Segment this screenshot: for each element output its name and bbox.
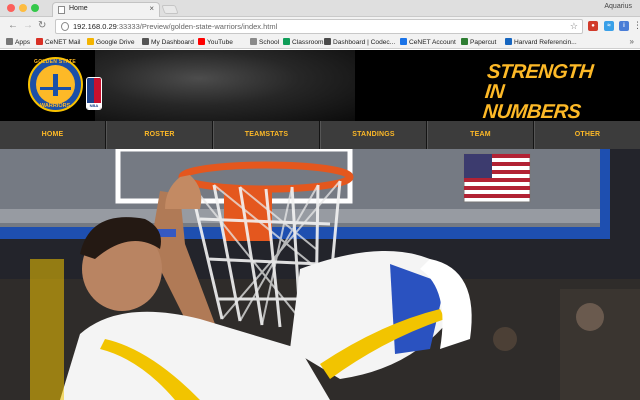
flag-stripe [464, 194, 530, 198]
hero-illustration [0, 149, 640, 400]
bookmark-favicon-icon [324, 38, 331, 45]
forward-arrow-icon[interactable]: → [23, 20, 33, 32]
new-tab-button[interactable] [161, 5, 179, 14]
bookmark-favicon-icon [6, 38, 13, 45]
flag-stripe [464, 186, 530, 190]
bridge-deck [40, 87, 71, 90]
bookmark-label: My Dashboard [151, 39, 194, 46]
spectator-head [493, 327, 517, 351]
bookmark-favicon-icon [36, 38, 43, 45]
extension-shield-icon[interactable]: ● [588, 21, 598, 31]
hero-image [0, 149, 640, 400]
bookmark-label: Papercut [470, 39, 497, 46]
bookmark-label: Classroom [292, 39, 324, 46]
bookmark-star-icon[interactable]: ☆ [570, 21, 578, 32]
bookmark-favicon-icon [87, 38, 94, 45]
nba-logo: NBA [86, 77, 102, 110]
bookmark-favicon-icon [142, 38, 149, 45]
browser-toolbar: ← → ↻ 192.168.0.29:33333/Preview/golden-… [0, 17, 640, 36]
bookmark-favicon-icon [505, 38, 512, 45]
warriors-logo[interactable]: GOLDEN STATE WARRIORS [28, 57, 83, 112]
bookmark-item[interactable]: Dashboard | Codec... [324, 38, 395, 47]
backboard-blue-side [600, 149, 610, 239]
bookmark-label: YouTube [207, 39, 233, 46]
nav-roster[interactable]: ROSTER [106, 121, 213, 149]
site-header: GOLDEN STATE WARRIORS NBA STRENGTH IN NU… [0, 50, 640, 121]
flag-stripe [464, 178, 530, 182]
browser-titlebar: Home × Aquarius [0, 0, 640, 17]
bookmark-label: CeNET Mail [45, 39, 81, 46]
spectator-head [576, 303, 604, 331]
bookmark-label: School [259, 39, 280, 46]
bookmark-favicon-icon [198, 38, 205, 45]
bookmark-item[interactable]: Google Drive [87, 38, 134, 47]
bookmark-item[interactable]: YouTube [198, 38, 233, 47]
minimize-window-button[interactable] [19, 4, 27, 12]
site-nav: HOME ROSTER TEAMSTATS STANDINGS TEAM OTH… [0, 121, 640, 149]
header-texture [95, 50, 355, 121]
url-text: 192.168.0.29:33333/Preview/golden-state-… [73, 22, 277, 31]
extension-iq-icon[interactable]: i [619, 21, 629, 31]
slogan: STRENGTH IN NUMBERS [481, 61, 608, 121]
bookmark-item[interactable]: Classroom [283, 38, 324, 47]
logo-text-bottom: WARRIORS [40, 103, 71, 109]
crowd-right [560, 289, 640, 400]
address-bar[interactable]: 192.168.0.29:33333/Preview/golden-state-… [55, 19, 583, 34]
bookmark-label: Dashboard | Codec... [333, 39, 396, 46]
yellow-banner [30, 259, 64, 400]
bookmark-item[interactable]: My Dashboard [142, 38, 194, 47]
tab-title: Home [69, 5, 88, 12]
bookmark-favicon-icon [461, 38, 468, 45]
extension-cloud-icon[interactable]: ≈ [604, 21, 614, 31]
bridge-tower [53, 74, 58, 96]
bookmark-item[interactable]: Apps [6, 38, 30, 47]
bookmark-label: Harvard Referencin... [514, 39, 577, 46]
slogan-line-1: STRENGTH [485, 61, 595, 83]
browser-tab[interactable]: Home × [52, 2, 160, 17]
nba-logo-text: NBA [87, 103, 101, 109]
bookmark-favicon-icon [283, 38, 290, 45]
bookmark-item[interactable]: CeNET Mail [36, 38, 80, 47]
profile-name[interactable]: Aquarius [604, 3, 632, 10]
more-bookmarks-button[interactable]: » [630, 37, 634, 46]
bookmark-label: Google Drive [96, 39, 135, 46]
back-arrow-icon[interactable]: ← [8, 20, 18, 32]
reload-icon[interactable]: ↻ [38, 20, 46, 32]
bookmark-label: Apps [15, 39, 31, 46]
bookmark-item[interactable]: Harvard Referencin... [505, 38, 577, 47]
nav-team[interactable]: TEAM [427, 121, 534, 149]
bookmark-favicon-icon [400, 38, 407, 45]
info-icon[interactable] [61, 22, 69, 31]
bookmarks-bar: Apps CeNET Mail Google Drive My Dashboard Yo… [0, 36, 640, 49]
flag-canton [464, 154, 492, 178]
logo-text-top: GOLDEN STATE [34, 59, 77, 65]
url-path: :33333/Preview/golden-state-warriors/ind… [116, 22, 278, 31]
bookmark-item[interactable]: School [250, 38, 279, 47]
page-icon [58, 6, 65, 14]
nav-other[interactable]: OTHER [534, 121, 640, 149]
maximize-window-button[interactable] [31, 4, 39, 12]
nav-standings[interactable]: STANDINGS [320, 121, 427, 149]
nav-teamstats[interactable]: TEAMSTATS [213, 121, 320, 149]
url-host: 192.168.0.29 [73, 22, 117, 31]
nav-home[interactable]: HOME [0, 121, 106, 149]
close-tab-icon[interactable]: × [149, 4, 154, 13]
bookmark-item[interactable]: CeNET Account [400, 38, 456, 47]
slogan-line-2: IN NUMBERS [481, 81, 582, 121]
close-window-button[interactable] [7, 4, 15, 12]
bookmark-item[interactable]: Papercut [461, 38, 496, 47]
bookmark-favicon-icon [250, 38, 257, 45]
logo-inner [36, 65, 75, 104]
bookmark-label: CeNET Account [409, 39, 456, 46]
browser-menu-icon[interactable]: ⋮ [633, 20, 640, 31]
